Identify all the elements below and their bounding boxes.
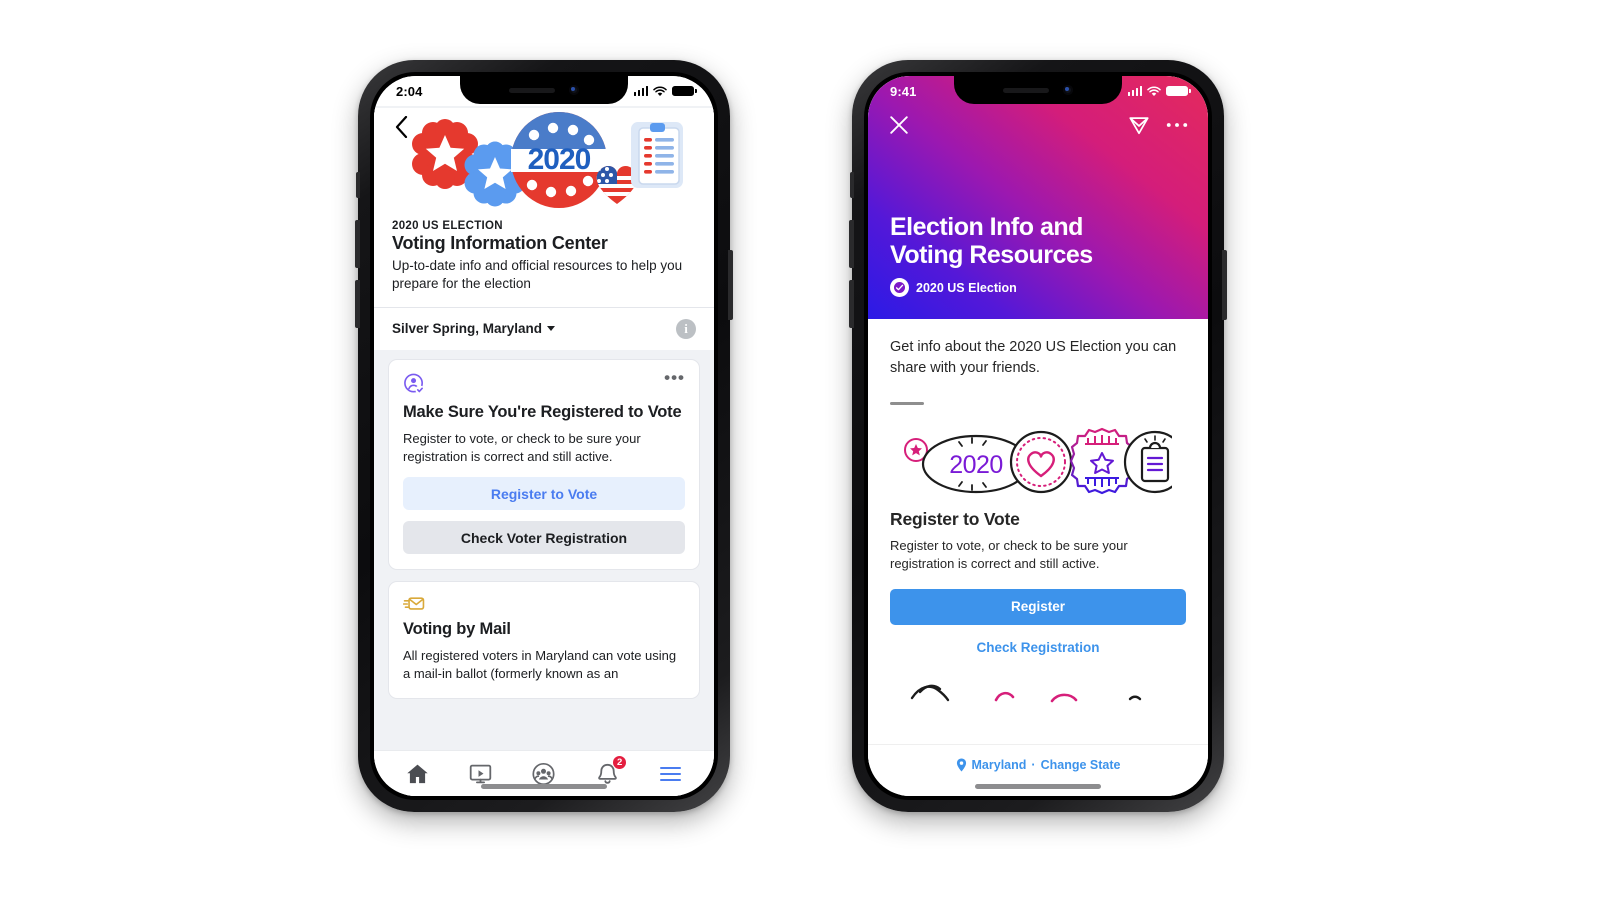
more-options-icon[interactable]: ••• [664, 369, 685, 386]
page-title: Voting Information Center [392, 233, 608, 253]
content-lead-text: Get info about the 2020 US Election you … [890, 339, 1177, 376]
svg-text:2020: 2020 [528, 143, 591, 176]
tab-menu[interactable] [650, 757, 690, 791]
register-button[interactable]: Register [890, 588, 1186, 625]
wifi-icon [653, 86, 667, 96]
header-title-block: Election Info and Voting Resources 2020 … [890, 213, 1190, 297]
header-title-line2: Voting Resources [890, 241, 1093, 269]
election-sticker-outline-illustration: 2020 [890, 425, 1186, 497]
left-phone-screen: 2:04 2020 2020 US ELECTION Voting Inform… [374, 76, 714, 796]
status-indicators [1127, 85, 1191, 97]
facebook-scroll-area[interactable]: 2020 2020 US ELECTION Voting Information… [374, 106, 714, 750]
header-right-actions [1128, 114, 1188, 136]
footer-state-label[interactable]: Maryland [972, 758, 1027, 772]
election-badges-illustration: 2020 [374, 108, 714, 216]
card-title: Make Sure You're Registered to Vote [403, 402, 682, 421]
card-voting-by-mail: Voting by Mail All registered voters in … [388, 581, 700, 700]
register-to-vote-button[interactable]: Register to Vote [403, 477, 685, 511]
card-description: All registered voters in Maryland can vo… [403, 647, 677, 682]
home-indicator [975, 784, 1101, 789]
header-meta: 2020 US Election [890, 278, 1190, 297]
card-registered-to-vote: ••• Make Sure You're Registered to Vote … [388, 358, 700, 571]
tab-home[interactable] [398, 757, 438, 791]
facebook-tab-bar: 2 [374, 750, 714, 796]
battery-icon [1166, 85, 1191, 97]
left-phone-device: 2:04 2020 2020 US ELECTION Voting Inform… [355, 60, 733, 812]
hero-eyebrow: 2020 US ELECTION [392, 220, 503, 232]
status-indicators [633, 85, 697, 97]
home-indicator [481, 784, 607, 789]
home-icon [407, 764, 428, 783]
front-camera [569, 85, 579, 95]
close-x-icon[interactable] [888, 114, 910, 136]
status-time: 9:41 [890, 83, 917, 99]
section-title: Register to Vote [890, 508, 1020, 529]
cellular-bars-icon [633, 86, 648, 96]
card-description: Register to vote, or check to be sure yo… [403, 430, 641, 464]
front-camera [1063, 85, 1073, 95]
back-chevron-icon [395, 116, 407, 138]
silent-switch [356, 172, 360, 198]
voting-hero-section: 2020 2020 US ELECTION Voting Information… [374, 108, 714, 307]
location-bar[interactable]: Silver Spring, Maryland i [374, 306, 714, 350]
right-phone-bezel: 9:41 Election Info and Voting Resources … [864, 72, 1212, 800]
earpiece-speaker [509, 87, 555, 93]
verified-check-badge-icon [890, 278, 909, 297]
mail-envelope-icon [403, 597, 425, 610]
page-subtitle: Up-to-date info and official resources t… [392, 258, 683, 291]
hamburger-menu-icon [659, 766, 681, 781]
right-phone-device: 9:41 Election Info and Voting Resources … [849, 60, 1227, 812]
svg-text:2020: 2020 [949, 451, 1003, 479]
facebook-app: 2:04 2020 2020 US ELECTION Voting Inform… [374, 76, 714, 796]
election-info-content[interactable]: Get info about the 2020 US Election you … [868, 319, 1208, 744]
card-title: Voting by Mail [403, 620, 511, 639]
back-button[interactable] [388, 114, 414, 140]
cellular-bars-icon [1127, 86, 1142, 96]
power-button [1222, 250, 1227, 320]
header-action-bar [868, 110, 1208, 140]
notch [460, 76, 628, 104]
location-pin-icon [956, 758, 966, 771]
watch-video-icon [470, 764, 492, 783]
volume-down-button [355, 280, 360, 328]
status-time: 2:04 [396, 83, 423, 99]
groups-icon [532, 762, 556, 785]
location-label: Silver Spring, Maryland [392, 321, 543, 337]
volume-down-button [849, 280, 854, 328]
instagram-app: 9:41 Election Info and Voting Resources … [868, 76, 1208, 796]
change-state-link[interactable]: Change State [1041, 758, 1121, 772]
section-description: Register to vote, or check to be sure yo… [890, 537, 1128, 572]
volume-up-button [355, 220, 360, 268]
check-voter-registration-button[interactable]: Check Voter Registration [403, 521, 685, 555]
notification-badge: 2 [612, 754, 628, 770]
card-header: ••• [403, 369, 685, 396]
footer-separator: · [1031, 757, 1036, 772]
state-footer-bar: Maryland · Change State [868, 744, 1208, 784]
card-header [403, 595, 685, 613]
hero-text-block: 2020 US ELECTION Voting Information Cent… [374, 216, 714, 293]
next-section-illustration-peek [890, 668, 1186, 704]
paper-plane-icon[interactable] [1128, 114, 1150, 136]
header-meta-label: 2020 US Election [916, 280, 1017, 295]
notch [954, 76, 1122, 104]
registered-voter-icon [404, 373, 425, 395]
volume-up-button [849, 220, 854, 268]
left-phone-bezel: 2:04 2020 2020 US ELECTION Voting Inform… [370, 72, 718, 800]
power-button [728, 250, 733, 320]
screenshot-stage: 2:04 2020 2020 US ELECTION Voting Inform… [0, 0, 1600, 900]
chevron-down-icon [547, 326, 556, 332]
wifi-icon [1147, 86, 1161, 96]
earpiece-speaker [1003, 87, 1049, 93]
info-circle-icon[interactable]: i [676, 318, 696, 339]
right-phone-screen: 9:41 Election Info and Voting Resources … [868, 76, 1208, 796]
header-title-line1: Election Info and [890, 213, 1083, 241]
section-divider [890, 402, 924, 405]
location-selector[interactable]: Silver Spring, Maryland [392, 321, 556, 337]
election-info-header: 9:41 Election Info and Voting Resources … [868, 76, 1208, 319]
silent-switch [850, 172, 854, 198]
check-registration-link[interactable]: Check Registration [890, 640, 1186, 655]
battery-icon [672, 85, 697, 97]
more-options-icon[interactable] [1166, 122, 1188, 128]
